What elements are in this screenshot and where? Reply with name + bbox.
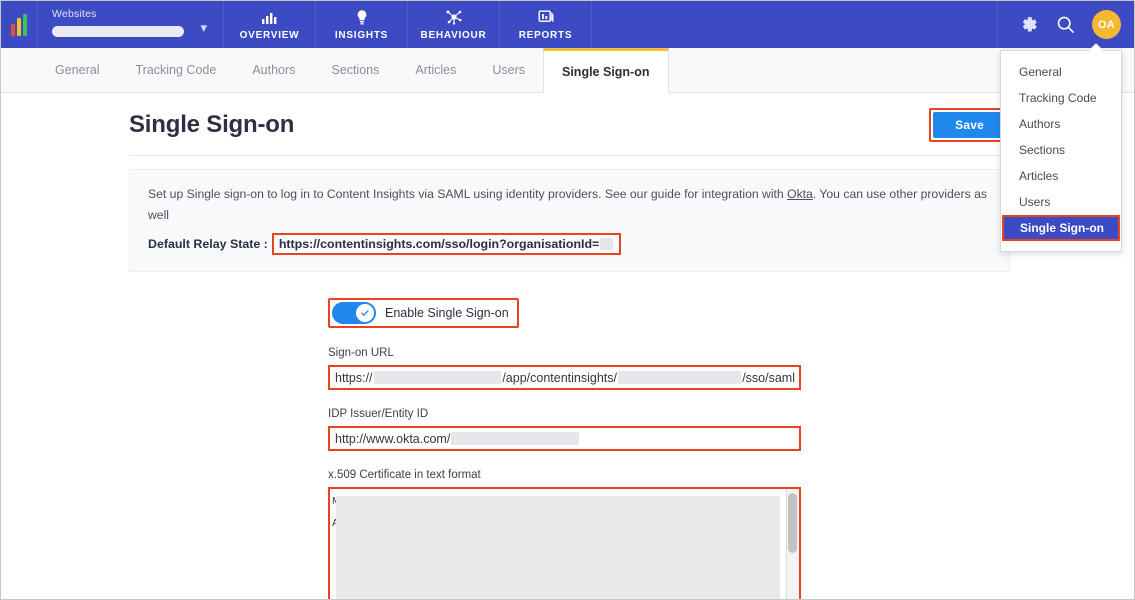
toggle-knob: [356, 304, 374, 322]
nav-item-overview[interactable]: OVERVIEW: [224, 1, 316, 48]
dropdown-item-articles[interactable]: Articles: [1001, 163, 1121, 189]
dropdown-item-sections[interactable]: Sections: [1001, 137, 1121, 163]
save-button-annotation: Save: [929, 108, 1010, 142]
bar-chart-logo-icon: [11, 13, 27, 36]
website-selector[interactable]: Websites ▾: [38, 1, 224, 48]
info-text-before-link: Set up Single sign-on to log in to Conte…: [148, 187, 788, 201]
dropdown-arrow: [1089, 44, 1103, 51]
page-header: Single Sign-on Save: [1, 93, 1134, 142]
top-navigation-bar: Websites ▾ OVERVIEW INSIGHTS BEHAVIOUR R…: [1, 1, 1134, 48]
header-divider: [129, 155, 1010, 156]
nav-item-insights[interactable]: INSIGHTS: [316, 1, 408, 48]
certificate-label: x.509 Certificate in text format: [328, 469, 481, 481]
signon-url-suffix: /sso/saml: [742, 370, 795, 385]
certificate-textarea[interactable]: MIIDpDCCAoygAwIBAgIGAYwQPbLWMA0GCSqGSIb3…: [328, 487, 801, 599]
idp-issuer-field-group: IDP Issuer/Entity ID http://www.okta.com…: [328, 408, 1134, 451]
nav-item-overview-label: OVERVIEW: [239, 29, 300, 41]
tab-tracking-code[interactable]: Tracking Code: [117, 48, 234, 92]
nav-item-reports-label: REPORTS: [518, 29, 573, 41]
tab-sections[interactable]: Sections: [313, 48, 397, 92]
enable-sso-label: Enable Single Sign-on: [385, 306, 509, 320]
avatar[interactable]: OA: [1092, 10, 1121, 39]
signon-url-redacted-1: [373, 371, 502, 384]
default-relay-state-label: Default Relay State :: [148, 237, 268, 251]
tab-users[interactable]: Users: [474, 48, 543, 92]
tab-single-sign-on[interactable]: Single Sign-on: [543, 48, 669, 93]
enable-sso-annotation: Enable Single Sign-on: [328, 298, 519, 328]
signon-url-prefix: https://: [335, 370, 373, 385]
certificate-scrollbar[interactable]: [786, 489, 799, 599]
check-icon: [361, 310, 369, 316]
app-logo[interactable]: [1, 1, 38, 48]
idp-issuer-input[interactable]: http://www.okta.com/: [328, 426, 801, 451]
tab-authors[interactable]: Authors: [234, 48, 313, 92]
nav-item-behaviour-label: BEHAVIOUR: [420, 29, 487, 41]
signon-url-input[interactable]: https:// /app/contentinsights/ /sso/saml: [328, 365, 801, 390]
nav-spacer: [592, 1, 998, 48]
info-description: Set up Single sign-on to log in to Conte…: [148, 184, 991, 226]
website-selector-label: Websites: [52, 8, 97, 20]
nav-item-reports[interactable]: REPORTS: [500, 1, 592, 48]
search-icon[interactable]: [1056, 15, 1075, 34]
default-relay-state-value: https://contentinsights.com/sso/login?or…: [278, 237, 600, 251]
app-window: Websites ▾ OVERVIEW INSIGHTS BEHAVIOUR R…: [0, 0, 1135, 600]
certificate-redacted-overlay: [336, 496, 780, 599]
dropdown-item-authors[interactable]: Authors: [1001, 111, 1121, 137]
sso-form: Enable Single Sign-on Sign-on URL https:…: [1, 298, 1134, 599]
dropdown-item-single-sign-on[interactable]: Single Sign-on: [1002, 215, 1120, 241]
signon-url-middle: /app/contentinsights/: [502, 370, 617, 385]
info-panel: Set up Single sign-on to log in to Conte…: [129, 169, 1010, 272]
idp-issuer-redacted: [451, 432, 580, 445]
gear-icon[interactable]: [1018, 14, 1039, 35]
dropdown-item-general[interactable]: General: [1001, 59, 1121, 85]
signon-url-redacted-2: [617, 371, 742, 384]
save-button[interactable]: Save: [933, 112, 1006, 138]
idp-issuer-label: IDP Issuer/Entity ID: [328, 408, 429, 420]
default-relay-state-redacted: [600, 238, 614, 250]
nav-item-insights-label: INSIGHTS: [334, 29, 389, 41]
dropdown-item-tracking-code[interactable]: Tracking Code: [1001, 85, 1121, 111]
settings-tab-bar: General Tracking Code Authors Sections A…: [1, 48, 1134, 93]
signon-url-field-group: Sign-on URL https:// /app/contentinsight…: [328, 347, 1134, 390]
nav-item-behaviour[interactable]: BEHAVIOUR: [408, 1, 500, 48]
page-content: Single Sign-on Save Set up Single sign-o…: [1, 93, 1134, 599]
dropdown-item-users[interactable]: Users: [1001, 189, 1121, 215]
certificate-scrollbar-thumb[interactable]: [788, 493, 797, 553]
network-scatter-icon: [445, 9, 463, 25]
signon-url-label: Sign-on URL: [328, 347, 394, 359]
settings-dropdown-menu: General Tracking Code Authors Sections A…: [1000, 44, 1122, 252]
bar-chart-icon: [261, 9, 278, 25]
tab-general[interactable]: General: [37, 48, 117, 92]
website-selector-value-redacted: [52, 26, 184, 37]
idp-issuer-prefix: http://www.okta.com/: [335, 431, 451, 446]
tab-articles[interactable]: Articles: [397, 48, 474, 92]
nav-actions: OA: [998, 1, 1134, 48]
presentation-board-icon: [538, 9, 554, 25]
chevron-down-icon: ▾: [200, 20, 207, 35]
lightbulb-icon: [355, 9, 369, 25]
page-title: Single Sign-on: [129, 111, 295, 138]
certificate-field-group: x.509 Certificate in text format MIIDpDC…: [328, 469, 1134, 599]
okta-link[interactable]: Okta: [787, 187, 813, 201]
enable-sso-toggle[interactable]: [332, 302, 376, 324]
default-relay-state-row: Default Relay State : https://contentins…: [148, 233, 991, 255]
default-relay-state-annotation: https://contentinsights.com/sso/login?or…: [271, 233, 622, 255]
